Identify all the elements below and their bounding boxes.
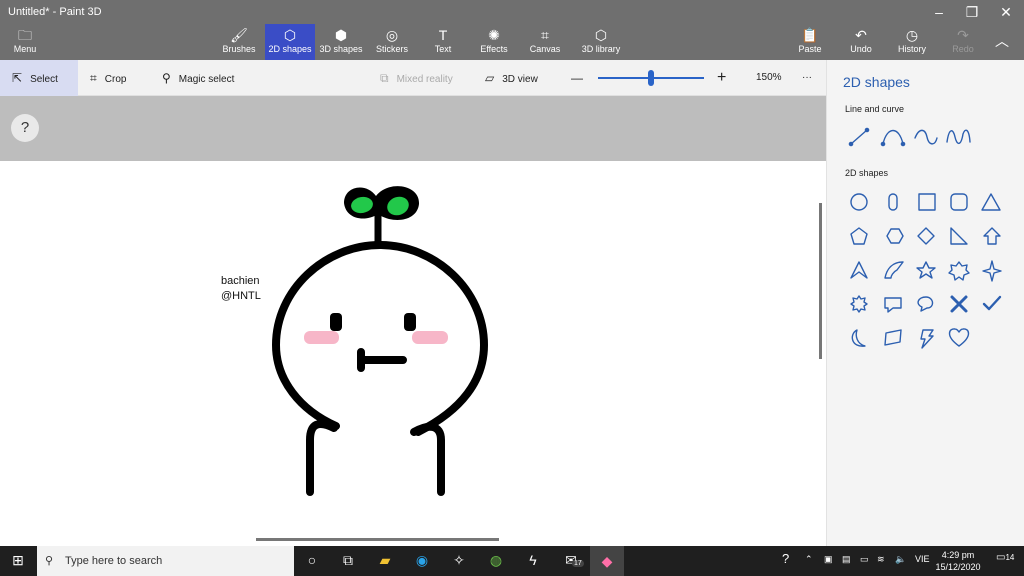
taskbar: ⊞ ⚲ Type here to search ○ ⧉ ▰ ◉ ✧ ◍ ϟ ✉ 1… [0,546,1024,576]
wifi-icon[interactable]: ≋ [877,554,885,565]
double-curve-tool-icon[interactable] [914,129,938,145]
redo-button[interactable]: ↷ Redo [938,24,988,60]
moon-shape-icon[interactable] [851,329,866,347]
edge-browser-icon[interactable]: ◉ [410,552,434,569]
left-eye [330,313,342,331]
caption-line-1: bachien [221,275,260,287]
speech-bubble-round-icon[interactable] [917,296,934,312]
triple-curve-tool-icon[interactable] [946,129,971,145]
line-tool-icon[interactable] [848,127,870,147]
square-shape-icon[interactable] [918,193,936,211]
clock-date: 15/12/2020 [935,562,981,572]
volume-icon[interactable]: 🔈 [895,554,906,565]
heart-shape-icon[interactable] [948,328,970,347]
four-star-shape-icon[interactable] [982,260,1002,282]
redo-icon: ↷ [957,27,969,43]
clock-time: 4:29 pm [941,550,975,560]
curve-tool-icon[interactable] [880,129,906,147]
file-explorer-icon[interactable]: ▰ [373,552,397,569]
diamond-shape-icon[interactable] [917,227,935,245]
panel-title: 2D shapes [843,74,910,90]
cortana-icon[interactable]: ○ [300,552,324,568]
right-blush [412,331,448,344]
canvas-caption: bachien @HNTL [221,274,261,304]
minimize-button[interactable]: – [924,4,954,20]
quarter-arc-shape-icon[interactable] [884,261,904,279]
horizontal-scrollbar[interactable] [256,538,499,541]
shapes-panel: 2D shapes Line and curve 2D shapes [826,60,1024,546]
mail-icon[interactable]: ✉ 17 [559,552,584,569]
notifications-count: 14 [1005,553,1015,562]
taskbar-search-box[interactable]: ⚲ Type here to search [37,546,294,576]
circle-shape-icon[interactable] [850,193,868,211]
left-blush [304,331,339,344]
battery-icon[interactable]: ▭ [860,554,869,565]
close-button[interactable]: ✕ [991,4,1021,21]
app-icon[interactable]: ◍ [484,552,508,569]
task-view-icon[interactable]: ⧉ [336,552,360,569]
history-button[interactable]: ◷ History [887,24,937,60]
undo-icon: ↶ [855,27,867,43]
notifications-icon[interactable]: ▭14 [996,552,1014,563]
check-mark-shape-icon[interactable] [982,295,1002,311]
x-mark-shape-icon[interactable] [950,295,968,313]
burst-shape-icon[interactable] [850,295,868,313]
left-leg [306,420,338,496]
collapse-ribbon-button[interactable]: ︿ [982,24,1022,60]
mouth [357,348,407,372]
tray-icon[interactable]: ▤ [842,554,851,565]
mail-badge: 17 [572,560,584,567]
six-star-shape-icon[interactable] [948,261,970,281]
search-icon: ⚲ [45,555,54,567]
history-icon: ◷ [905,27,919,43]
right-eye [404,313,416,331]
caption-line-2: @HNTL [221,290,261,302]
lightning-app-icon[interactable]: ϟ [521,552,545,568]
capsule-shape-icon[interactable] [888,193,898,211]
rounded-square-shape-icon[interactable] [950,193,968,211]
history-label: History [897,44,926,54]
dropbox-icon[interactable]: ✧ [447,552,471,569]
tray-icon[interactable]: ▣ [824,554,833,565]
redo-label: Redo [952,44,974,54]
banner-shape-icon[interactable] [884,329,902,346]
search-placeholder: Type here to search [65,555,163,567]
language-indicator[interactable]: VIE [915,554,930,564]
paint-3d-taskbar-icon[interactable]: ◆ [590,546,624,576]
chevron-up-icon: ︿ [995,33,1009,49]
windows-start-icon[interactable]: ⊞ [6,552,30,569]
pentagon-shape-icon[interactable] [850,227,868,245]
vertical-scrollbar[interactable] [819,203,822,359]
chevron-up-icon[interactable]: ⌃ [805,554,813,565]
clock[interactable]: 4:29 pm 15/12/2020 [932,549,984,573]
right-leg [410,422,445,496]
lightning-shape-icon[interactable] [920,329,934,349]
hexagon-shape-icon[interactable] [886,228,904,244]
speech-bubble-square-icon[interactable] [884,297,902,313]
undo-button[interactable]: ↶ Undo [836,24,886,60]
arrowhead-shape-icon[interactable] [850,261,868,279]
undo-label: Undo [850,44,872,54]
right-triangle-shape-icon[interactable] [950,227,968,245]
arrow-up-shape-icon[interactable] [983,227,1001,245]
five-star-shape-icon[interactable] [916,261,936,279]
line-curve-heading: Line and curve [845,104,905,114]
maximize-button[interactable]: ❐ [957,4,987,21]
triangle-shape-icon[interactable] [981,193,1001,211]
help-tray-icon[interactable]: ? [782,551,789,566]
character-drawing [271,186,489,496]
shape-grid [848,127,1002,349]
